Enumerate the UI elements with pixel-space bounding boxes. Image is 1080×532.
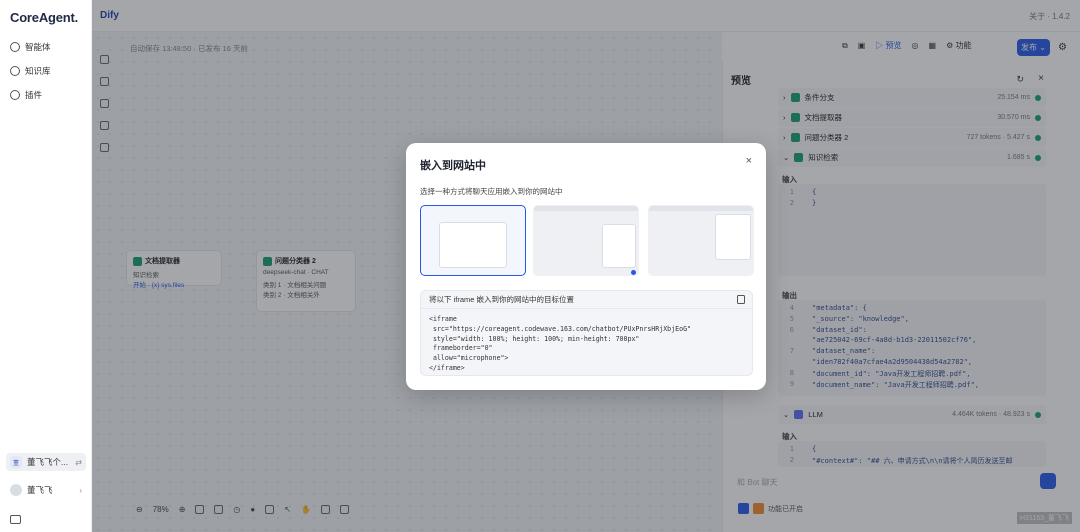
avatar — [10, 484, 22, 496]
workspace-avatar: 董 — [10, 456, 22, 468]
fullpage-preview — [439, 222, 507, 268]
nav-item-plugins[interactable]: 插件 — [10, 88, 42, 102]
extension-window-preview — [715, 214, 751, 260]
agent-icon — [10, 42, 20, 52]
sidebar-toggle-icon[interactable] — [10, 515, 21, 524]
embed-code-label: 将以下 iframe 嵌入到你的网站中的目标位置 — [421, 291, 752, 309]
user-name: 董飞飞 — [27, 485, 53, 495]
nav-item-label: 知识库 — [25, 66, 51, 76]
workspace-name: 董飞飞个... — [27, 457, 69, 467]
embed-option-chrome-extension[interactable] — [648, 205, 754, 276]
nav-item-label: 智能体 — [25, 42, 51, 52]
swap-icon: ⇄ — [75, 457, 82, 467]
bubble-launcher-icon — [631, 270, 636, 275]
user-menu[interactable]: 董飞飞 › — [6, 481, 86, 499]
embed-code[interactable]: <iframe src="https://coreagent.codewave.… — [429, 315, 691, 374]
embed-modal: 嵌入到网站中 × 选择一种方式将聊天应用嵌入到你的网站中 将以下 iframe … — [406, 143, 766, 390]
embed-option-bubble[interactable] — [533, 205, 639, 276]
embed-option-fullpage[interactable] — [420, 205, 526, 276]
copy-icon[interactable] — [737, 295, 745, 304]
nav-item-label: 插件 — [25, 90, 43, 100]
modal-description: 选择一种方式将聊天应用嵌入到你的网站中 — [420, 187, 563, 196]
left-sidebar: CoreAgent. 智能体 知识库 插件 董 董飞飞个... ⇄ 董飞飞 › — [0, 0, 92, 532]
modal-title: 嵌入到网站中 — [420, 160, 486, 172]
nav-item-knowledge[interactable]: 知识库 — [10, 64, 51, 78]
embed-code-panel: 将以下 iframe 嵌入到你的网站中的目标位置 <iframe src="ht… — [420, 290, 753, 376]
workspace-switcher[interactable]: 董 董飞飞个... ⇄ — [6, 453, 86, 471]
close-icon[interactable]: × — [746, 155, 752, 167]
knowledge-icon — [10, 66, 20, 76]
nav-item-agents[interactable]: 智能体 — [10, 40, 51, 54]
brand-logo: CoreAgent. — [10, 10, 79, 25]
chevron-right-icon: › — [79, 485, 82, 495]
plugin-icon — [10, 90, 20, 100]
bubble-window-preview — [602, 224, 636, 268]
